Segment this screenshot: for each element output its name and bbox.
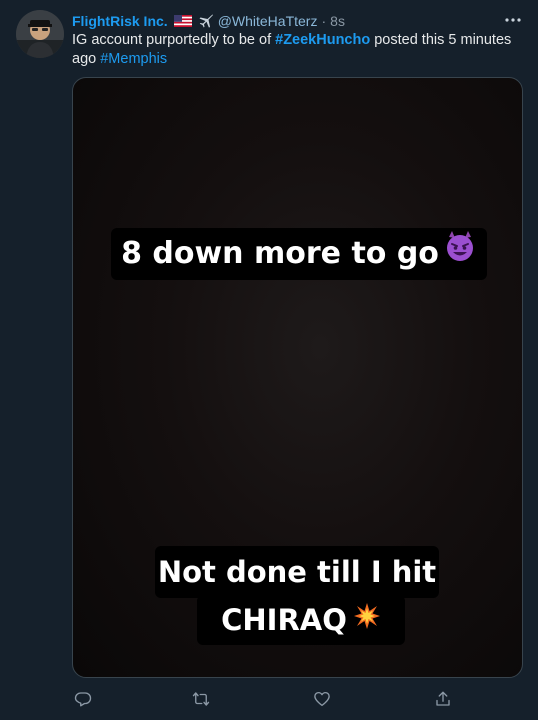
reply-icon[interactable] xyxy=(72,688,94,710)
more-options-icon[interactable] xyxy=(502,10,524,30)
tweet-actions xyxy=(72,688,523,710)
hashtag-zeekhuncho[interactable]: #ZeekHuncho xyxy=(275,32,370,48)
retweet-icon[interactable] xyxy=(190,688,212,710)
tweet-media-image[interactable]: 8 down more to go Not done till I hit CH… xyxy=(72,77,523,678)
share-icon[interactable] xyxy=(432,688,454,710)
timestamp[interactable]: 8s xyxy=(330,13,345,29)
user-handle[interactable]: @WhiteHaTterz xyxy=(218,13,318,29)
tweet-text-part: IG account purportedly to be of xyxy=(72,32,276,48)
smiling-devil-icon xyxy=(443,228,477,280)
caption-bottom-line2-text: CHIRAQ xyxy=(221,603,347,637)
separator-dot: · xyxy=(321,13,327,29)
media-caption-top: 8 down more to go xyxy=(111,228,487,280)
avatar[interactable] xyxy=(16,10,64,58)
tweet-text: IG account purportedly to be of #ZeekHun… xyxy=(72,31,522,69)
hashtag-memphis[interactable]: #Memphis xyxy=(100,51,167,67)
like-icon[interactable] xyxy=(311,688,333,710)
media-caption-bottom-line2: CHIRAQ xyxy=(197,595,405,645)
media-caption-bottom-line1: Not done till I hit xyxy=(155,546,439,598)
display-name[interactable]: FlightRisk Inc. xyxy=(72,13,168,29)
caption-top-text: 8 down more to go xyxy=(121,236,439,271)
tweet-header: FlightRisk Inc. @WhiteHaTterz · 8s xyxy=(72,11,498,31)
collision-icon xyxy=(353,595,381,645)
airplane-icon xyxy=(198,13,214,29)
us-flag-icon xyxy=(173,15,192,27)
tweet[interactable]: FlightRisk Inc. @WhiteHaTterz · 8s IG ac… xyxy=(0,0,538,720)
